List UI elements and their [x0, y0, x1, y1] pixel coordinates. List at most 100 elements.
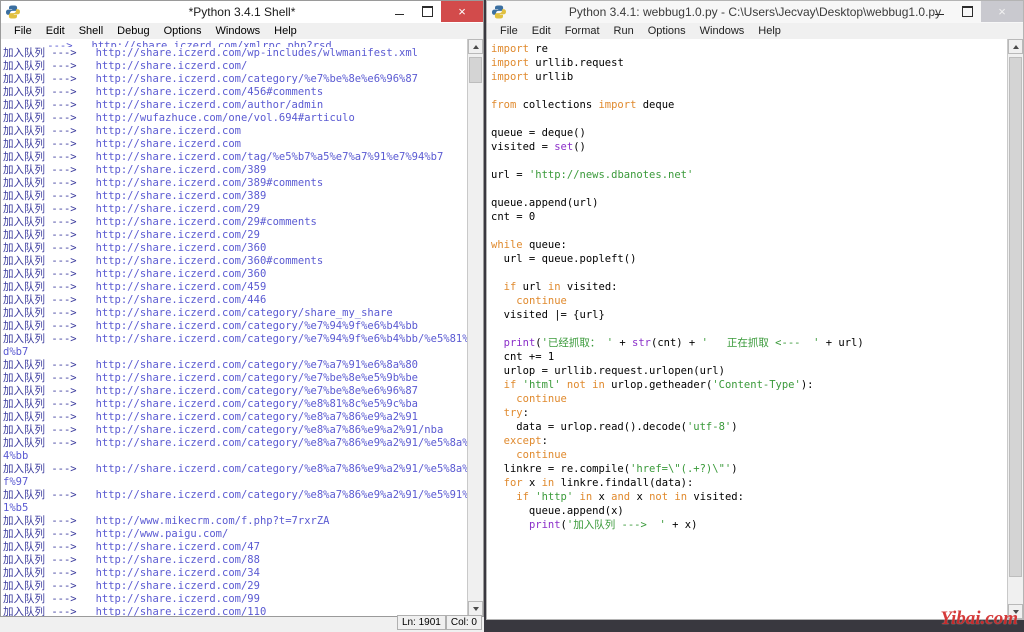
- shell-output-line: 加入队列 ---> http://share.iczerd.com/47: [3, 541, 260, 553]
- editor-code-pane-wrapper: import re import urllib.request import url…: [486, 39, 1024, 620]
- python-shell-window[interactable]: *Python 3.4.1 Shell* × File Edit Shell Debu…: [0, 0, 484, 632]
- shell-output-line: 加入队列 ---> http://share.iczerd.com/29: [3, 229, 260, 241]
- code-line: if 'http' in x and x not in visited:: [516, 491, 744, 503]
- scroll-up-arrow-icon[interactable]: [1008, 39, 1023, 54]
- code-line: print('加入队列 ---> ' + x): [528, 519, 698, 531]
- menu-format[interactable]: Format: [558, 23, 607, 40]
- menu-edit[interactable]: Edit: [39, 23, 72, 40]
- shell-output-line-continuation: d%b7: [3, 346, 29, 358]
- code-line: try:: [503, 407, 529, 419]
- shell-window-controls[interactable]: ×: [385, 1, 483, 23]
- code-line: linkre = re.compile('href=\"(.+?)\"'): [491, 463, 738, 475]
- shell-output-line: 加入队列 ---> http://share.iczerd.com/88: [3, 554, 260, 566]
- shell-output-line: 加入队列 ---> http://share.iczerd.com/389: [3, 164, 267, 176]
- line-indicator: Ln: 1901: [396, 615, 446, 630]
- menu-options[interactable]: Options: [157, 23, 209, 40]
- menu-windows[interactable]: Windows: [209, 23, 268, 40]
- shell-output-line: 加入队列 ---> http://share.iczerd.com/wp-inc…: [3, 47, 418, 59]
- menu-edit[interactable]: Edit: [525, 23, 558, 40]
- shell-output-line-continuation: f%97: [3, 476, 29, 488]
- code-line: while queue:: [491, 239, 567, 251]
- shell-output-line: 加入队列 ---> http://www.mikecrm.com/f.php?t…: [3, 515, 330, 527]
- code-line: import re: [491, 43, 548, 55]
- shell-output-pane-wrapper: ---> http://share.iczerd.com/xmlrpc.php?…: [0, 39, 484, 617]
- menu-run[interactable]: Run: [607, 23, 641, 40]
- shell-output-line: 加入队列 ---> http://share.iczerd.com/catego…: [3, 489, 467, 501]
- shell-output-line: 加入队列 ---> http://share.iczerd.com/catego…: [3, 385, 418, 397]
- shell-output-line: 加入队列 ---> http://share.iczerd.com/catego…: [3, 424, 444, 436]
- shell-output-line: 加入队列 ---> http://share.iczerd.com/catego…: [3, 437, 467, 449]
- shell-output-line: 加入队列 ---> http://wufazhuce.com/one/vol.6…: [3, 112, 355, 124]
- code-line: cnt = 0: [491, 211, 536, 223]
- shell-output-line: 加入队列 ---> http://www.paigu.com/: [3, 528, 229, 540]
- menu-file[interactable]: File: [493, 23, 525, 40]
- shell-output-line-continuation: 4%bb: [3, 450, 29, 462]
- code-line: queue = deque(): [491, 127, 586, 139]
- code-line: visited |= {url}: [491, 309, 605, 321]
- scroll-down-arrow-icon[interactable]: [468, 601, 483, 616]
- code-line: from collections import deque: [491, 99, 675, 111]
- editor-vertical-scrollbar[interactable]: [1007, 39, 1023, 619]
- close-button[interactable]: ×: [441, 1, 483, 22]
- code-line: url = queue.popleft(): [491, 253, 637, 265]
- code-line: urlop = urllib.request.urlopen(url): [491, 365, 725, 377]
- code-line: data = urlop.read().decode('utf-8'): [491, 421, 738, 433]
- shell-vertical-scrollbar[interactable]: [467, 39, 483, 616]
- shell-output-line: 加入队列 ---> http://share.iczerd.com/34: [3, 567, 260, 579]
- shell-output-line: 加入队列 ---> http://share.iczerd.com/catego…: [3, 372, 418, 384]
- shell-output-line: 加入队列 ---> http://share.iczerd.com/389: [3, 190, 267, 202]
- editor-menubar[interactable]: File Edit Format Run Options Windows Help: [486, 23, 1024, 40]
- shell-output-line: 加入队列 ---> http://share.iczerd.com/99: [3, 593, 260, 605]
- code-line: url = 'http://news.dbanotes.net': [491, 169, 694, 181]
- shell-output-line: 加入队列 ---> http://share.iczerd.com/tag/%e…: [3, 151, 444, 163]
- scrollbar-thumb[interactable]: [469, 57, 482, 83]
- menu-file[interactable]: File: [7, 23, 39, 40]
- shell-output-line-continuation: 1%b5: [3, 502, 29, 514]
- menu-options[interactable]: Options: [641, 23, 693, 40]
- shell-output-line: 加入队列 ---> http://share.iczerd.com/catego…: [3, 333, 467, 345]
- site-watermark: Yibai.com: [940, 608, 1018, 629]
- editor-code-text[interactable]: import re import urllib.request import url…: [487, 39, 1007, 619]
- shell-output-line: 加入队列 ---> http://share.iczerd.com/389#co…: [3, 177, 324, 189]
- shell-titlebar[interactable]: *Python 3.4.1 Shell* ×: [0, 0, 484, 23]
- shell-output-text[interactable]: ---> http://share.iczerd.com/xmlrpc.php?…: [1, 39, 467, 616]
- code-line: cnt += 1: [491, 351, 555, 363]
- menu-debug[interactable]: Debug: [110, 23, 156, 40]
- python-idle-icon: [5, 4, 21, 20]
- shell-statusbar: Ln: 1901 Col: 0: [396, 615, 482, 630]
- menu-help[interactable]: Help: [267, 23, 304, 40]
- code-line: continue: [516, 449, 567, 461]
- code-line: import urllib.request: [491, 57, 624, 69]
- shell-output-line: 加入队列 ---> http://share.iczerd.com/360: [3, 242, 267, 254]
- scroll-up-arrow-icon[interactable]: [468, 39, 483, 54]
- column-indicator: Col: 0: [445, 615, 482, 630]
- shell-output-line: 加入队列 ---> http://share.iczerd.com/: [3, 60, 248, 72]
- minimize-button[interactable]: [925, 1, 953, 22]
- minimize-button[interactable]: [385, 1, 413, 22]
- scrollbar-thumb[interactable]: [1009, 57, 1022, 577]
- code-line: queue.append(url): [491, 197, 599, 209]
- editor-window-controls[interactable]: ×: [925, 1, 1023, 23]
- shell-output-line: 加入队列 ---> http://share.iczerd.com/catego…: [3, 320, 418, 332]
- shell-output-line: 加入队列 ---> http://share.iczerd.com/catego…: [3, 398, 418, 410]
- python-editor-window[interactable]: Python 3.4.1: webbug1.0.py - C:\Users\Je…: [486, 0, 1024, 620]
- code-line: if 'html' not in urlop.getheader('Conten…: [503, 379, 814, 391]
- maximize-button[interactable]: [413, 1, 441, 22]
- menu-help[interactable]: Help: [751, 23, 788, 40]
- shell-output-line: 加入队列 ---> http://share.iczerd.com/29: [3, 203, 260, 215]
- close-button[interactable]: ×: [981, 1, 1023, 22]
- shell-menubar[interactable]: File Edit Shell Debug Options Windows Help: [0, 23, 484, 40]
- menu-shell[interactable]: Shell: [72, 23, 110, 40]
- menu-windows[interactable]: Windows: [693, 23, 752, 40]
- shell-output-line: 加入队列 ---> http://share.iczerd.com/29: [3, 580, 260, 592]
- editor-titlebar[interactable]: Python 3.4.1: webbug1.0.py - C:\Users\Je…: [486, 0, 1024, 23]
- maximize-button[interactable]: [953, 1, 981, 22]
- shell-output-line: 加入队列 ---> http://share.iczerd.com/catego…: [3, 411, 418, 423]
- shell-output-line: 加入队列 ---> http://share.iczerd.com: [3, 125, 241, 137]
- shell-output-line: 加入队列 ---> http://share.iczerd.com/29#com…: [3, 216, 317, 228]
- shell-output-line: 加入队列 ---> http://share.iczerd.com/catego…: [3, 73, 418, 85]
